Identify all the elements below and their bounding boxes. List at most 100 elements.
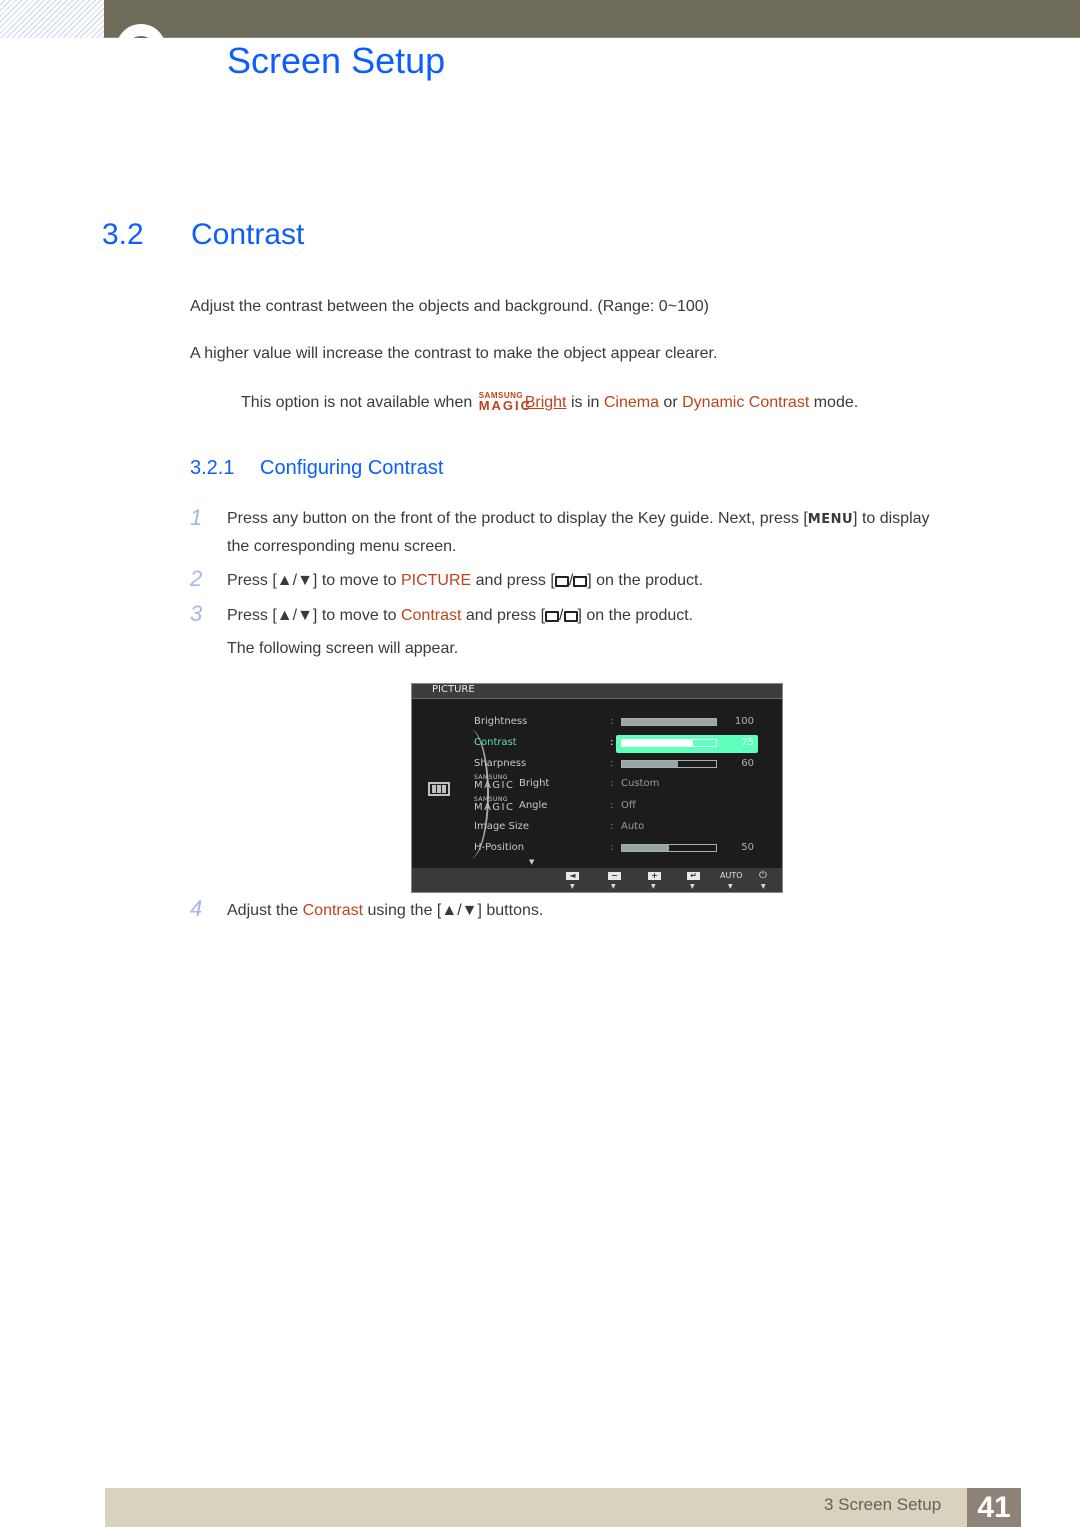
step2-text-b: ] to move to [312, 572, 401, 589]
note-middle: is in [566, 394, 604, 411]
step3-text-b: ] to move to [312, 607, 401, 624]
enter-button-icon: ↵ [687, 872, 700, 880]
osd-row-label: Sharpness [474, 758, 527, 769]
step2-text-d: ] on the product. [587, 572, 703, 589]
step-number: 4 [190, 896, 203, 921]
step-text: Press [▲/▼] to move to Contrast and pres… [227, 607, 694, 624]
page-number: 41 [967, 1488, 1021, 1527]
note-prefix: This option is not available when [241, 394, 477, 411]
osd-row: Contrast: 75 [474, 735, 774, 753]
osd-colon: : [610, 758, 614, 769]
step-followup-text: The following screen will appear. [227, 640, 459, 657]
step4-text-c: ] buttons. [477, 902, 544, 919]
osd-colon: : [610, 821, 614, 832]
osd-value: Auto [621, 821, 645, 832]
osd-slider-bar [621, 739, 717, 747]
step1-text-c: the corresponding menu screen. [227, 538, 457, 555]
samsung-magic-logo: SAMSUNG MAGIC [477, 391, 530, 413]
osd-row: SAMSUNG MAGIC Angle: Off [474, 796, 774, 816]
osd-row: H-Position: 50 [474, 840, 774, 858]
step3-text-c: and press [ [461, 607, 546, 624]
osd-row: SAMSUNG MAGIC Bright: Custom [474, 774, 774, 794]
osd-value: 100 [734, 716, 754, 727]
osd-row-label: H-Position [474, 842, 525, 853]
picture-menu-icon [428, 782, 450, 796]
osd-value: Off [621, 800, 636, 811]
availability-note: This option is not available when SAMSUN… [241, 391, 859, 413]
key-arrow-icon: ▼ [761, 883, 766, 890]
step3-text-a: Press [ [227, 607, 277, 624]
osd-label-text: Angle [519, 800, 548, 811]
step-text: Press [▲/▼] to move to PICTURE and press… [227, 572, 703, 589]
key-arrow-icon: ▼ [651, 883, 656, 890]
osd-value: Custom [621, 778, 660, 789]
step-number: 3 [190, 601, 203, 626]
step1-text-a: Press any button on the front of the pro… [227, 510, 808, 527]
description-paragraph: A higher value will increase the contras… [190, 345, 718, 362]
osd-colon: : [610, 842, 614, 853]
footer-chapter-label: 3 Screen Setup [824, 1495, 942, 1514]
up-down-arrow-icon: ▲/▼ [441, 902, 478, 919]
osd-slider-fill [622, 740, 693, 746]
source-button-icon [554, 576, 569, 587]
subsection-number: 3.2.1 [190, 457, 235, 479]
section-number: 3.2 [102, 218, 144, 251]
chapter-title: Screen Setup [227, 40, 446, 81]
osd-colon: : [610, 716, 614, 727]
osd-row: Brightness: 100 [474, 714, 774, 732]
key-arrow-icon: ▼ [728, 883, 733, 890]
osd-key-guide: ◄ − + ↵ AUTO ⏻ ▼ ▼ ▼ ▼ ▼ ▼ [412, 868, 782, 892]
osd-value: 60 [741, 758, 754, 769]
up-down-arrow-icon: ▲/▼ [276, 572, 313, 589]
osd-colon: : [610, 778, 614, 789]
power-icon: ⏻ [759, 870, 767, 881]
note-suffix: mode. [809, 394, 859, 411]
magic-bottom-text: MAGIC [474, 802, 515, 813]
osd-value: 50 [741, 842, 754, 853]
osd-colon: : [610, 737, 614, 748]
picture-term: PICTURE [400, 572, 472, 589]
source-button-icon [545, 611, 560, 622]
step3-text-d: ] on the product. [577, 607, 694, 624]
section-title: Contrast [191, 218, 305, 251]
osd-slider-bar [621, 718, 717, 726]
osd-row-label: Image Size [474, 821, 530, 832]
osd-row-label: Brightness [474, 716, 528, 727]
header-bar [104, 0, 1080, 38]
osd-slider-bar [621, 760, 717, 768]
magic-bottom-text: MAGIC [478, 398, 533, 413]
scroll-down-indicator-icon: ▼ [529, 858, 535, 866]
left-button-icon: ◄ [566, 872, 579, 880]
osd-menu-screenshot: PICTURE Brightness: 100 Contrast: 75 Sharpne… [411, 683, 783, 893]
minus-button-icon: − [608, 872, 621, 880]
menu-key: MENU [807, 512, 854, 527]
auto-button-label: AUTO [720, 871, 743, 880]
note-or: or [658, 394, 683, 411]
key-arrow-icon: ▼ [690, 883, 695, 890]
step2-text-c: and press [ [471, 572, 555, 589]
osd-slider-bar [621, 844, 717, 852]
osd-slider-fill [622, 719, 716, 725]
plus-button-icon: + [648, 872, 661, 880]
key-arrow-icon: ▼ [570, 883, 575, 890]
subsection-title: Configuring Contrast [260, 457, 444, 479]
up-down-arrow-icon: ▲/▼ [276, 607, 313, 624]
magic-bottom-text: MAGIC [474, 780, 515, 791]
osd-slider-fill [622, 845, 669, 851]
osd-colon: : [610, 800, 614, 811]
step1-text-b: ] to display [853, 510, 930, 527]
osd-header: PICTURE [412, 684, 782, 699]
step-number: 2 [190, 566, 203, 591]
step-number: 1 [190, 505, 203, 530]
osd-slider-fill [622, 761, 679, 767]
cinema-term: Cinema [603, 394, 659, 411]
contrast-term: Contrast [302, 902, 364, 919]
osd-row: Sharpness: 60 [474, 756, 774, 774]
key-arrow-icon: ▼ [611, 883, 616, 890]
description-paragraph: Adjust the contrast between the objects … [190, 298, 710, 315]
step-text: Press any button on the front of the pro… [227, 505, 1017, 560]
header-hatch-pattern [0, 0, 104, 38]
enter-button-icon [573, 576, 588, 587]
osd-row-label: Contrast [474, 737, 517, 748]
contrast-term: Contrast [400, 607, 462, 624]
